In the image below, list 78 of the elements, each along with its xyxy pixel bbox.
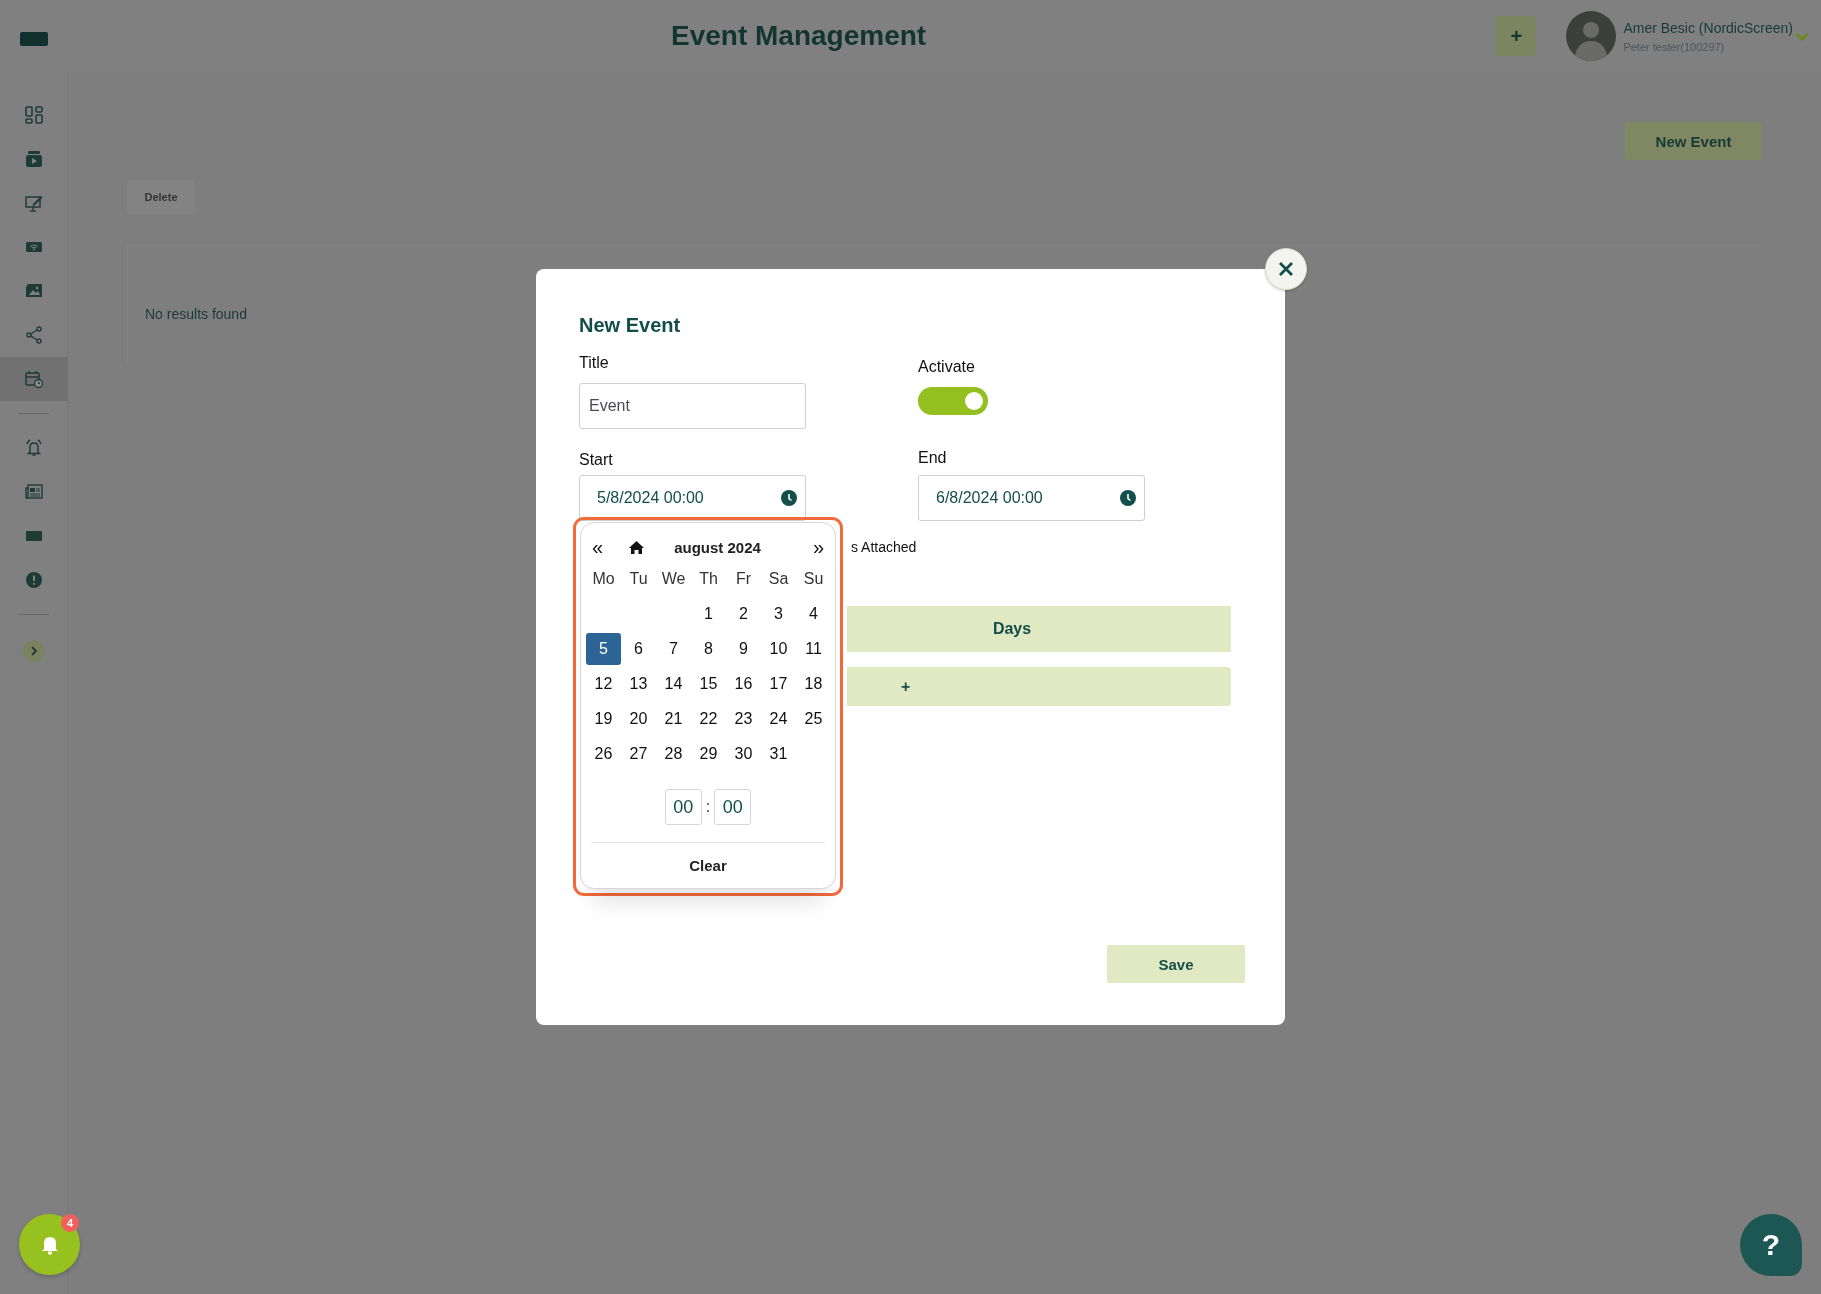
weekday-label: Th	[699, 568, 718, 589]
calendar-day[interactable]: 7	[656, 632, 691, 665]
expand-button[interactable]	[22, 640, 45, 662]
calendar-day[interactable]: 15	[691, 667, 726, 700]
calendar-day[interactable]: 25	[796, 702, 831, 735]
monitor-pencil-icon	[25, 194, 43, 212]
empty-message: No results found	[145, 306, 248, 322]
calendar-day[interactable]: 13	[621, 667, 656, 700]
month-label: august 2024	[674, 538, 761, 556]
minute-field[interactable]: 00	[714, 789, 752, 825]
clock-icon[interactable]	[781, 490, 797, 506]
title-field[interactable]: Event	[579, 383, 806, 429]
calendar-day[interactable]: 1	[691, 597, 726, 630]
dialog-title: New Event	[579, 313, 682, 338]
calendar-day[interactable]: 17	[761, 667, 796, 700]
calendar-day[interactable]: 21	[656, 702, 691, 735]
calendar-day[interactable]: 26	[586, 737, 621, 770]
calendar-day[interactable]: 11	[796, 632, 831, 665]
play-folder-icon	[25, 150, 43, 168]
page-title: Event Management	[671, 20, 927, 52]
calendar-day[interactable]: 10	[761, 632, 796, 665]
calendar-day[interactable]: 14	[656, 667, 691, 700]
calendar-day[interactable]: 30	[726, 737, 761, 770]
weekday-label: We	[661, 568, 686, 589]
calendar-day[interactable]: 31	[761, 737, 796, 770]
newspaper-icon	[25, 483, 43, 501]
calendar-day[interactable]: 12	[586, 667, 621, 700]
calendar-day[interactable]: 24	[761, 702, 796, 735]
calendar-day[interactable]: 19	[586, 702, 621, 735]
weekday-label: Mo	[592, 568, 615, 589]
grid-icon	[25, 106, 43, 124]
user-name: Amer Besic (NordicScreen)	[1623, 19, 1793, 36]
field-label: Title	[579, 353, 609, 373]
weekday-label: Tu	[629, 568, 648, 589]
field-label: End	[918, 448, 947, 468]
calendar-day[interactable]: 29	[691, 737, 726, 770]
calendar-day[interactable]: 6	[621, 632, 656, 665]
days-header: Days	[847, 606, 1231, 652]
activate-toggle[interactable]	[918, 387, 988, 415]
clock-icon[interactable]	[1120, 490, 1136, 506]
end-date-field[interactable]: 6/8/2024 00:00	[918, 475, 1145, 521]
calendar-day[interactable]: 5	[586, 632, 621, 665]
bell-icon	[40, 1234, 59, 1255]
clear-button[interactable]: Clear	[586, 843, 830, 887]
photo-folder-icon	[25, 282, 43, 300]
share-icon	[25, 326, 43, 344]
attached-label: s Attached	[851, 538, 918, 557]
calendar-day[interactable]: 23	[726, 702, 761, 735]
calendar-day[interactable]: 27	[621, 737, 656, 770]
field-label: Start	[579, 450, 613, 470]
alert-icon	[25, 571, 43, 589]
next-button[interactable]: »	[806, 537, 830, 557]
calendar-day[interactable]: 28	[656, 737, 691, 770]
avatar[interactable]	[1566, 11, 1617, 61]
previous-button[interactable]: «	[586, 537, 610, 557]
weekday-label: Su	[803, 568, 824, 589]
calendar-day[interactable]: 2	[726, 597, 761, 630]
bell-ring-icon	[25, 439, 43, 457]
calendar-day[interactable]: 8	[691, 632, 726, 665]
calendar-day[interactable]: 22	[691, 702, 726, 735]
home-icon[interactable]	[629, 540, 645, 554]
calendar-day[interactable]: 16	[726, 667, 761, 700]
hour-field[interactable]: 00	[664, 789, 702, 825]
calendar-day[interactable]: 3	[761, 597, 796, 630]
save-button[interactable]: Save	[1107, 945, 1245, 983]
calendar-clock-icon	[25, 370, 43, 388]
calendar-day[interactable]: 4	[796, 597, 831, 630]
field-label: Activate	[918, 357, 975, 377]
add-day-button[interactable]: +	[847, 667, 1231, 706]
close-icon	[1278, 261, 1294, 277]
calendar-day[interactable]: 20	[621, 702, 656, 735]
weekday-label: Sa	[768, 568, 789, 589]
calendar-day[interactable]: 9	[726, 632, 761, 665]
sidebar-item[interactable]	[0, 357, 68, 401]
chevron-right-icon	[29, 646, 38, 656]
calendar-day[interactable]: 18	[796, 667, 831, 700]
time-separator: :	[705, 798, 711, 816]
weekday-label: Fr	[735, 568, 752, 589]
